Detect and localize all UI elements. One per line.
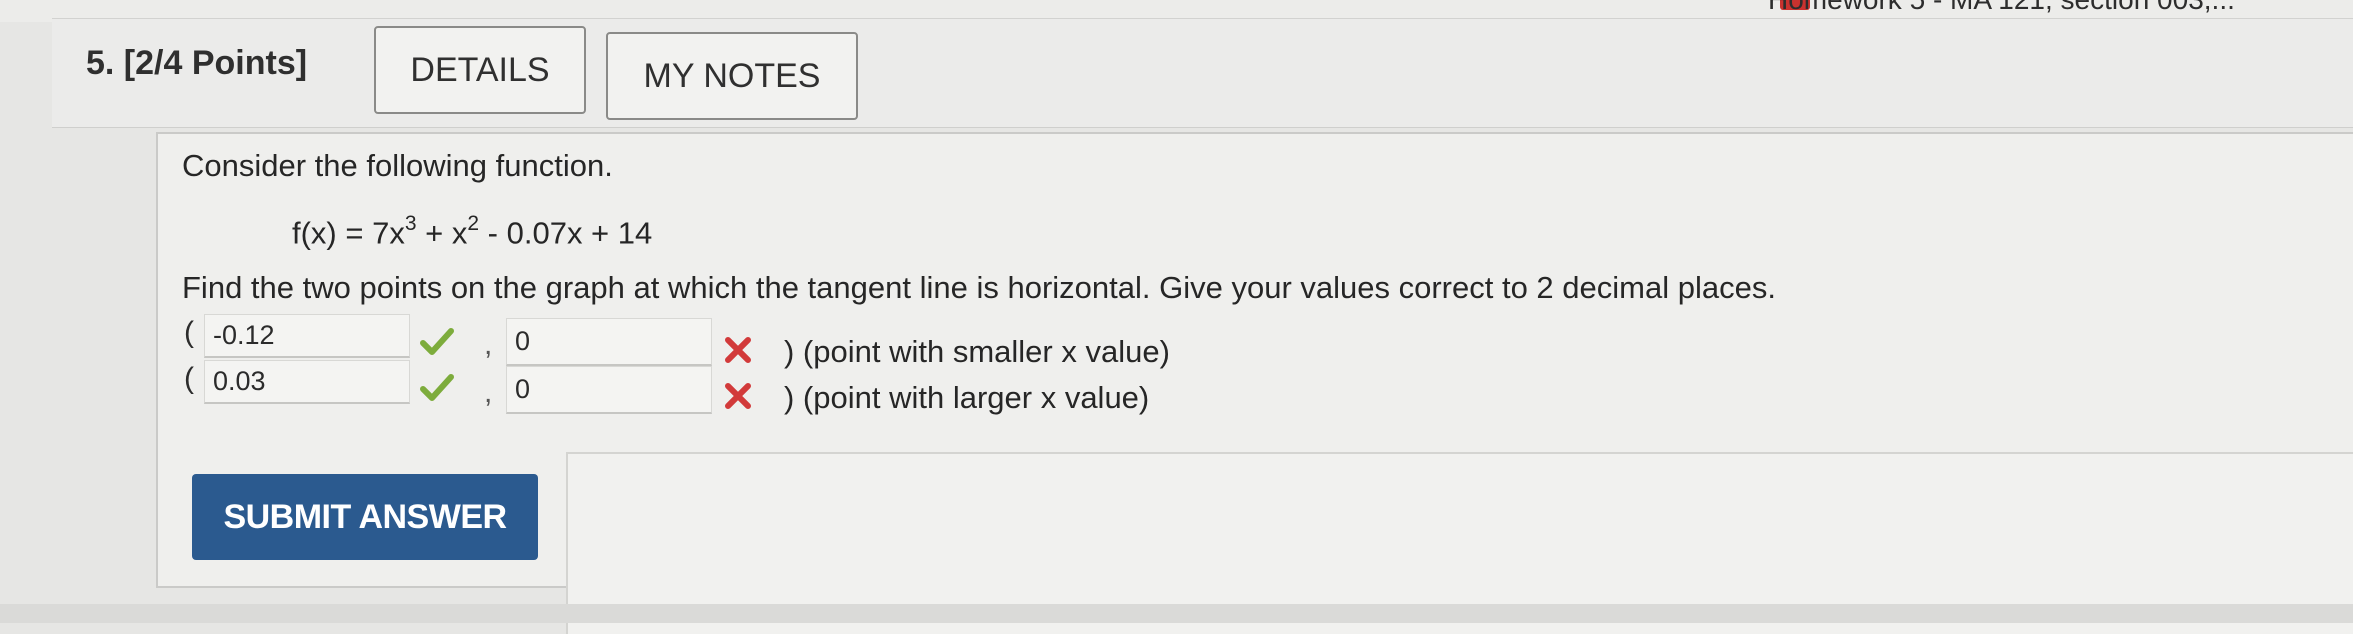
equation-rhs: - 0.07x + 14 xyxy=(479,215,653,251)
check-icon xyxy=(420,374,454,401)
my-notes-button[interactable]: MY NOTES xyxy=(606,32,858,120)
bottom-divider xyxy=(0,604,2353,623)
check-icon xyxy=(420,328,454,355)
answer-1-y-input[interactable]: 0 xyxy=(506,318,712,366)
open-paren: ( xyxy=(184,316,194,349)
comma: , xyxy=(484,376,493,409)
close-icon xyxy=(725,383,751,409)
function-equation: f(x) = 7x3 + x2 - 0.07x + 14 xyxy=(292,212,653,251)
answer-2-x-input[interactable]: 0.03 xyxy=(204,360,410,404)
equation-mid: + x xyxy=(416,215,468,251)
details-button[interactable]: DETAILS xyxy=(374,26,586,114)
equation-exponent-3: 3 xyxy=(404,212,417,235)
close-icon xyxy=(725,337,751,363)
question-number: 5. [2/4 Points] xyxy=(86,44,308,82)
answer-2-y-input[interactable]: 0 xyxy=(506,366,712,414)
assignment-title[interactable]: Homework 5 - MA 121, section 003,... xyxy=(1768,0,2235,16)
equation-lhs: f(x) = 7x xyxy=(292,215,405,251)
open-paren: ( xyxy=(184,362,194,395)
answer-2-label: ) (point with larger x value) xyxy=(784,380,1150,415)
answer-1-x-input[interactable]: -0.12 xyxy=(204,314,410,358)
question-prompt: Consider the following function. xyxy=(182,148,613,183)
answer-1-label: ) (point with smaller x value) xyxy=(784,334,1170,369)
equation-exponent-2: 2 xyxy=(467,212,480,235)
question-instructions: Find the two points on the graph at whic… xyxy=(182,270,1776,305)
comma: , xyxy=(484,328,493,361)
submit-answer-button[interactable]: SUBMIT ANSWER xyxy=(192,474,538,560)
